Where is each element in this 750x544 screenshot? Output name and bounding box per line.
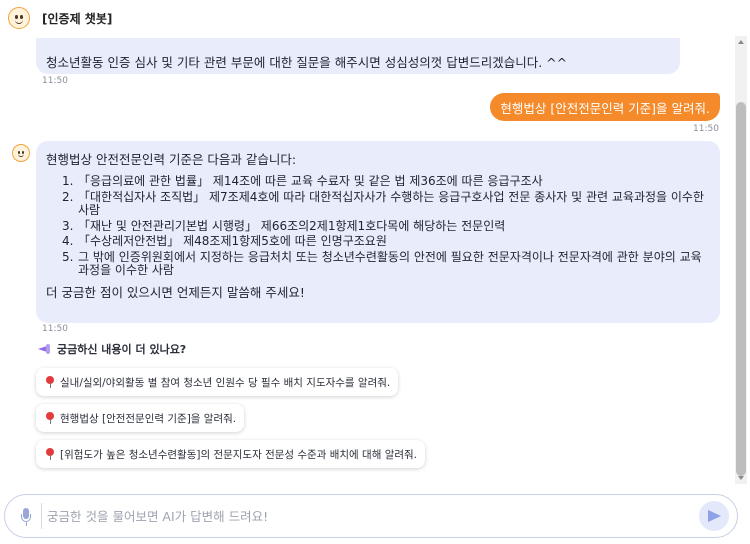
suggestion-label: 현행법상 [안전전문인력 기준]을 알려줘. <box>60 412 237 425</box>
scroll-down-icon[interactable] <box>738 476 744 480</box>
bot-face-icon <box>12 144 30 162</box>
suggestion-label: [위험도가 높은 청소년수련활동]의 전문지도자 전문성 수준과 배치에 대해 … <box>60 448 418 461</box>
scroll-up-icon[interactable] <box>738 40 744 44</box>
pushpin-icon <box>46 447 54 461</box>
chat-log[interactable]: 청소년활동 인증 심사 및 기타 관련 부문에 대한 질문을 해주시면 성심성의… <box>0 36 734 486</box>
suggestion-label: 실내/실외/야외활동 별 참여 청소년 인원수 당 필수 배치 지도자수를 알려… <box>60 376 391 389</box>
message-time: 11:50 <box>693 124 719 134</box>
list-item: 3. 「재난 및 안전관리기본법 시행령」 제66조의2제1항제1호다목에 해당하… <box>62 218 506 233</box>
pushpin-icon <box>46 375 54 389</box>
chat-composer <box>4 494 738 538</box>
answer-list: 1. 「응급의료에 관한 법률」 제14조에 따른 교육 수료자 및 같은 법 제… <box>46 174 708 278</box>
answer-outro: 더 궁금한 점이 있으시면 언제든지 말씀해 주세요! <box>46 284 305 300</box>
bot-answer: 현행법상 안전전문인력 기준은 다음과 같습니다: 1. 「응급의료에 관한 법률… <box>36 141 720 323</box>
bot-face-icon <box>8 7 30 29</box>
user-message: 현행법상 [안전전문인력 기준]을 알려줘. <box>490 93 720 121</box>
scrollbar-thumb[interactable] <box>736 102 746 476</box>
suggestion-button[interactable]: 현행법상 [안전전문인력 기준]을 알려줘. <box>36 404 245 432</box>
user-message-text: 현행법상 [안전전문인력 기준]을 알려줘. <box>500 100 710 116</box>
chat-title: [인증제 챗봇] <box>42 11 113 26</box>
mic-icon[interactable] <box>21 508 31 526</box>
list-item: 5. 그 밖에 인증위원회에서 지정하는 응급처치 또는 청소년수련활동의 안전에… <box>62 249 702 277</box>
pushpin-icon <box>46 411 54 425</box>
chat-header: [인증제 챗봇] <box>0 0 750 36</box>
suggestions-title: 궁금하신 내용이 더 있나요? <box>38 341 186 357</box>
suggestion-button[interactable]: [위험도가 높은 청소년수련활동]의 전문지도자 전문성 수준과 배치에 대해 … <box>36 440 426 468</box>
chat-input[interactable] <box>47 502 687 530</box>
send-button[interactable] <box>699 501 729 531</box>
message-time: 11:50 <box>42 324 68 334</box>
megaphone-icon <box>38 344 51 354</box>
bot-message-previous: 청소년활동 인증 심사 및 기타 관련 부문에 대한 질문을 해주시면 성심성의… <box>36 38 680 74</box>
list-item: 1. 「응급의료에 관한 법률」 제14조에 따른 교육 수료자 및 같은 법 제… <box>62 174 543 188</box>
list-item: 4. 「수상레저안전법」 제48조제1항제5호에 따른 인명구조요원 <box>62 234 387 248</box>
chat-scrollbar[interactable] <box>735 36 747 484</box>
message-time: 11:50 <box>42 76 68 86</box>
answer-intro: 현행법상 안전전문인력 기준은 다음과 같습니다: <box>46 152 297 167</box>
send-icon <box>708 510 721 522</box>
suggestion-button[interactable]: 실내/실외/야외활동 별 참여 청소년 인원수 당 필수 배치 지도자수를 알려… <box>36 368 399 396</box>
composer-divider <box>41 503 42 529</box>
bot-message-text: 청소년활동 인증 심사 및 기타 관련 부문에 대한 질문을 해주시면 성심성의… <box>46 55 568 70</box>
list-item: 2. 「대한적십자사 조직법」 제7조제4호에 따라 대한적십자사가 수행하는 응… <box>62 189 705 217</box>
